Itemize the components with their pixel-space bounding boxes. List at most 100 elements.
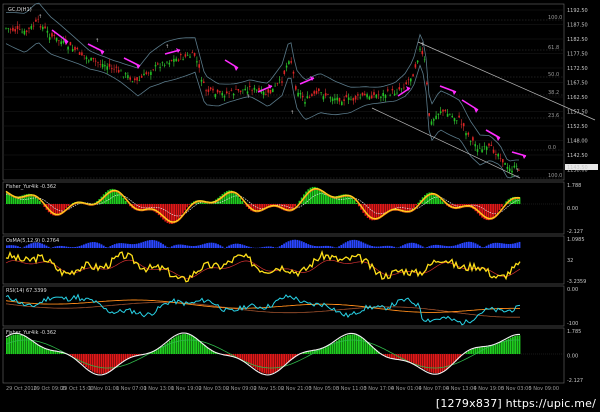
price-candle-body — [458, 115, 460, 118]
price-candle-body — [143, 73, 145, 76]
fisher2-histogram-bar — [107, 354, 109, 373]
price-candle-body — [373, 92, 375, 95]
fisher1-histogram-bar — [63, 204, 65, 211]
osma-histogram-bar — [243, 245, 246, 248]
osma-histogram-bar — [168, 247, 171, 248]
fractal-marker: ↑ — [95, 38, 99, 44]
fisher2-histogram-bar — [261, 354, 263, 373]
fisher1-histogram-bar — [122, 197, 125, 204]
osma-histogram-bar — [267, 246, 270, 248]
fisher2-histogram-bar — [85, 354, 87, 368]
fisher1-histogram-bar — [320, 190, 323, 204]
osma-histogram-bar — [419, 245, 422, 248]
fisher2-histogram-bar — [120, 354, 123, 364]
osma-histogram-bar — [261, 247, 263, 248]
price-candle-body — [301, 95, 304, 98]
price-candle-body — [14, 29, 16, 32]
fisher1-histogram-bar — [351, 197, 354, 204]
price-candle-body — [90, 57, 92, 61]
osma-histogram-bar — [448, 246, 450, 248]
fisher2-histogram-bar — [505, 339, 508, 354]
price-candle-body — [437, 113, 440, 115]
osma-histogram-bar — [512, 243, 514, 248]
price-candle-body — [495, 154, 497, 156]
osma-histogram-bar — [120, 243, 123, 248]
fisher2-histogram-bar — [32, 341, 35, 354]
fisher2-histogram-bar — [274, 354, 277, 373]
osma-histogram-bar — [276, 247, 279, 248]
osma-histogram-bar — [25, 245, 28, 248]
osma-histogram-bar — [371, 246, 373, 248]
fib-level-label: 50.0 — [548, 72, 559, 78]
fisher2-histogram-bar — [428, 354, 431, 372]
fractal-marker: ↑ — [290, 110, 294, 116]
price-candle-body — [265, 94, 267, 95]
fisher2-histogram-bar — [179, 334, 182, 354]
fisher2-histogram-bar — [512, 336, 514, 354]
price-candle-body — [492, 149, 495, 153]
fisher1-histogram-bar — [415, 204, 417, 206]
fisher1-histogram-bar — [498, 204, 501, 210]
fractal-marker: ↑ — [165, 44, 169, 50]
fisher2-histogram-bar — [450, 354, 453, 366]
fisher2-histogram-bar — [501, 342, 503, 354]
price-candle-body — [398, 87, 401, 90]
x-axis-label: 5 Nov 09:00 — [529, 386, 560, 392]
price-candle-body — [375, 94, 378, 98]
osma-histogram-bar — [28, 244, 30, 248]
fisher2-histogram-bar — [432, 354, 435, 374]
price-candle-body — [444, 109, 447, 111]
price-candle-body — [53, 35, 56, 36]
fisher2-histogram-bar — [105, 354, 107, 374]
fisher1-histogram-bar — [259, 204, 261, 211]
osma-histogram-bar — [487, 244, 490, 248]
osma-histogram-bar — [281, 244, 283, 248]
osma-histogram-bar — [505, 243, 508, 248]
osma-histogram-bar — [116, 243, 118, 248]
price-candle-body — [449, 114, 451, 116]
osma-histogram-bar — [415, 243, 417, 248]
fisher2-histogram-bar — [267, 354, 270, 374]
osma-histogram-bar — [52, 247, 54, 248]
indicator-tick-label: -100 — [567, 321, 578, 327]
fisher-title-1: Fisher_Yur4ik -0.362 — [6, 184, 56, 190]
price-candle-body — [16, 25, 19, 30]
osma-histogram-bar — [105, 247, 107, 248]
price-candle-body — [485, 146, 488, 151]
price-candle-body — [67, 46, 69, 50]
fisher2-histogram-bar — [322, 348, 325, 354]
fisher2-histogram-bar — [17, 334, 19, 354]
osma-histogram-bar — [287, 241, 290, 248]
fisher2-histogram-bar — [83, 354, 85, 366]
price-candle-body — [490, 144, 493, 146]
price-candle-body — [145, 72, 148, 74]
price-candle-body — [122, 76, 125, 78]
osma-histogram-bar — [89, 242, 92, 248]
fisher2-histogram-bar — [426, 354, 428, 371]
fisher2-histogram-bar — [309, 351, 312, 354]
price-candle-body — [21, 31, 23, 33]
price-candle-body — [334, 98, 336, 101]
price-tick-label: 1148.00 — [567, 139, 588, 145]
osma-histogram-bar — [430, 245, 433, 248]
price-candle-body — [163, 64, 166, 66]
x-axis-label: 1 Nov 19:00 — [171, 386, 202, 392]
fisher2-histogram-bar — [325, 347, 327, 354]
osma-histogram-bar — [441, 245, 444, 248]
osma-histogram-bar — [87, 242, 90, 248]
price-candle-body — [253, 87, 256, 90]
price-candle-body — [446, 113, 449, 117]
osma-histogram-bar — [118, 243, 120, 248]
osma-histogram-bar — [459, 243, 461, 248]
fisher2-histogram-bar — [193, 336, 195, 354]
price-candle-body — [467, 132, 470, 135]
osma-histogram-bar — [58, 245, 61, 248]
osma-histogram-bar — [221, 246, 224, 248]
osma-histogram-bar — [208, 242, 211, 248]
price-candle-body — [292, 71, 295, 74]
price-candle-body — [387, 89, 389, 91]
fisher2-histogram-bar — [116, 354, 118, 367]
price-candle-body — [55, 37, 58, 41]
price-candle-body — [435, 115, 437, 120]
osma-histogram-bar — [239, 243, 241, 248]
